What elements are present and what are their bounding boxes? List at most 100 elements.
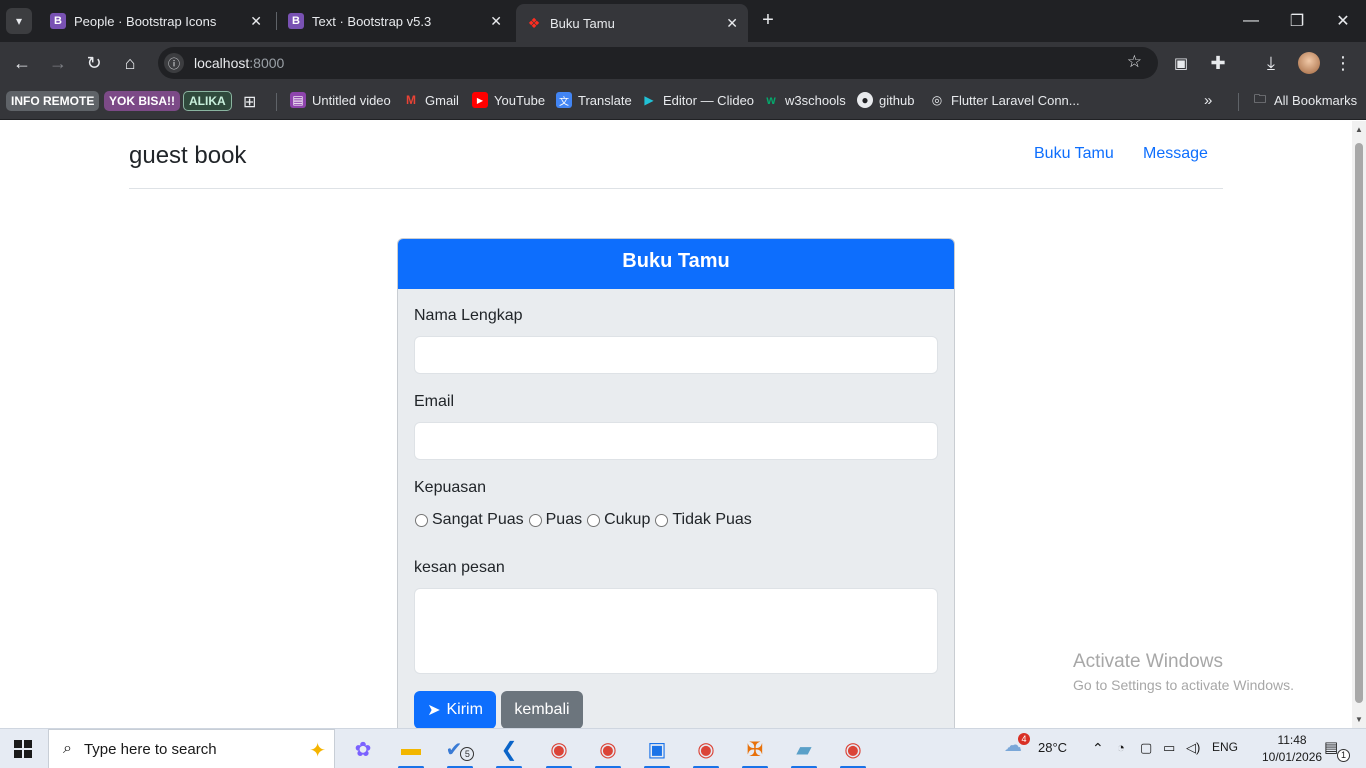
- bookmark-label: Editor — Clideo: [663, 92, 755, 108]
- forward-arrow-icon[interactable]: →: [45, 50, 71, 76]
- clock-date: 10/01/2026: [1262, 750, 1323, 764]
- tab-buku-tamu[interactable]: ❖ Buku Tamu ✕: [516, 4, 748, 42]
- new-tab-plus-icon[interactable]: +: [756, 9, 780, 33]
- address-bar[interactable]: ⓘ localhost:8000 ☆: [158, 47, 1158, 79]
- bookmark-gmail[interactable]: M Gmail: [403, 92, 459, 108]
- vscode-icon[interactable]: ❮: [494, 734, 524, 768]
- bookmark-label: github: [879, 92, 915, 108]
- message-label: kesan pesan: [414, 559, 505, 576]
- chrome-active-icon[interactable]: ◉: [593, 734, 623, 768]
- navbar-brand[interactable]: guest book: [129, 142, 246, 170]
- bookmark-info-remote[interactable]: INFO REMOTE: [6, 91, 100, 111]
- radio-cukup[interactable]: [587, 513, 601, 527]
- volume-icon[interactable]: ◁): [1186, 740, 1200, 756]
- back-button[interactable]: kembali: [501, 691, 583, 728]
- scroll-down-arrow-icon[interactable]: ▼: [1355, 715, 1363, 724]
- bookmark-label: YouTube: [494, 92, 546, 108]
- clock-time: 11:48: [1277, 733, 1307, 747]
- radio-sangat-puas[interactable]: [415, 513, 428, 527]
- notification-count-badge: 1: [1337, 749, 1350, 762]
- bookmark-star-icon[interactable]: ☆: [1127, 52, 1142, 72]
- tab-close-icon[interactable]: ✕: [250, 13, 262, 30]
- bookmarks-bar: INFO REMOTE YOK BISA!! ALIKA ⊞ ▤ Untitle…: [0, 84, 1366, 120]
- bookmark-flutter-laravel[interactable]: ◎ Flutter Laravel Conn...: [929, 92, 1080, 108]
- bookmark-label: Untitled video: [312, 92, 391, 108]
- file-explorer-icon[interactable]: ▬: [396, 734, 426, 768]
- taskbar-search-box[interactable]: ⌕ Type here to search ✦: [48, 729, 335, 768]
- bookmark-clideo[interactable]: ▶ Editor — Clideo: [641, 92, 754, 108]
- extensions-puzzle-icon[interactable]: ✚: [1205, 50, 1231, 76]
- more-bookmarks-chevron-icon[interactable]: »: [1204, 92, 1212, 109]
- email-input[interactable]: [414, 422, 938, 460]
- radio-label: Cukup: [604, 511, 651, 528]
- watermark-subtitle: Go to Settings to activate Windows.: [1073, 677, 1294, 693]
- reload-icon[interactable]: ↻: [81, 50, 107, 76]
- scroll-thumb[interactable]: [1355, 143, 1363, 703]
- tab-title: Buku Tamu: [550, 15, 615, 31]
- apps-grid-icon[interactable]: ⊞: [243, 92, 256, 112]
- url-port: :8000: [249, 55, 285, 71]
- network-icon[interactable]: ◔: [1117, 740, 1125, 755]
- home-icon[interactable]: ⌂: [117, 50, 143, 76]
- profile-avatar[interactable]: [1298, 52, 1320, 74]
- language-indicator[interactable]: ENG: [1212, 740, 1238, 754]
- tab-close-icon[interactable]: ✕: [726, 15, 738, 32]
- screen-recorder-icon[interactable]: ▣: [642, 734, 672, 768]
- radio-tidak-puas[interactable]: [655, 513, 669, 527]
- site-info-icon[interactable]: ⓘ: [164, 53, 184, 73]
- youtube-icon: ▶: [472, 92, 488, 108]
- name-input[interactable]: [414, 336, 938, 374]
- screen-capture-icon[interactable]: ▣: [1168, 50, 1194, 76]
- watermark-title: Activate Windows: [1073, 651, 1223, 672]
- tab-search-button[interactable]: ▾: [6, 8, 32, 34]
- more-menu-icon[interactable]: ⋮: [1330, 50, 1356, 76]
- tray-chevron-up-icon[interactable]: ⌃: [1092, 740, 1104, 757]
- submit-button[interactable]: ➤ Kirim: [414, 691, 496, 728]
- taskbar-clock[interactable]: 11:48 10/01/2026: [1262, 732, 1322, 766]
- nav-link-buku-tamu[interactable]: Buku Tamu: [1034, 145, 1114, 163]
- chrome-profile-2-icon[interactable]: ◉: [691, 734, 721, 768]
- bookmark-translate[interactable]: 文 Translate: [556, 92, 632, 108]
- meet-icon[interactable]: ▢: [1140, 740, 1152, 756]
- bookmark-w3schools[interactable]: w w3schools: [763, 92, 845, 108]
- restore-icon[interactable]: ❐: [1274, 0, 1320, 42]
- clideo-icon: ▶: [644, 93, 654, 107]
- scroll-up-arrow-icon[interactable]: ▲: [1355, 125, 1363, 134]
- bootstrap-favicon-icon: B: [288, 13, 304, 29]
- tab-close-icon[interactable]: ✕: [490, 13, 502, 30]
- battery-icon[interactable]: ▭: [1163, 740, 1175, 756]
- notification-center-icon[interactable]: ▤: [1324, 738, 1338, 756]
- message-textarea[interactable]: [414, 588, 938, 674]
- radio-puas[interactable]: [528, 513, 542, 527]
- bookmark-github[interactable]: ● github: [857, 92, 914, 108]
- search-icon: ⌕: [63, 740, 72, 757]
- bookmark-yok-bisa[interactable]: YOK BISA!!: [104, 91, 180, 111]
- tab-title: Text · Bootstrap v5.3: [312, 13, 432, 29]
- close-window-icon[interactable]: ✕: [1320, 0, 1366, 42]
- all-bookmarks-button[interactable]: 🗀 All Bookmarks: [1252, 92, 1357, 108]
- windows-start-icon[interactable]: [14, 740, 32, 758]
- nav-link-message[interactable]: Message: [1143, 145, 1208, 163]
- activate-windows-watermark: Activate Windows Go to Settings to activ…: [1073, 651, 1294, 693]
- temperature-text[interactable]: 28°C: [1038, 740, 1067, 755]
- tab-people-bootstrap-icons[interactable]: B People · Bootstrap Icons ✕: [40, 6, 272, 36]
- tab-title: People · Bootstrap Icons: [74, 13, 217, 29]
- page-scrollbar[interactable]: ▲ ▼: [1352, 121, 1366, 728]
- tab-text-bootstrap[interactable]: B Text · Bootstrap v5.3 ✕: [278, 6, 512, 36]
- weather-alert-badge: 4: [1018, 733, 1030, 745]
- xampp-icon[interactable]: ✠: [740, 734, 770, 768]
- back-arrow-icon[interactable]: ←: [9, 50, 35, 76]
- globe-icon: ◎: [931, 93, 943, 107]
- download-icon[interactable]: ⤓: [1258, 50, 1284, 76]
- copilot-app-icon[interactable]: ✿: [348, 734, 378, 764]
- url-host: localhost: [194, 55, 250, 71]
- chrome-profile-3-icon[interactable]: ◉: [838, 734, 868, 768]
- minimize-icon[interactable]: —: [1228, 0, 1274, 42]
- bookmark-alika[interactable]: ALIKA: [183, 91, 232, 111]
- bookmark-youtube[interactable]: ▶ YouTube: [472, 92, 545, 108]
- chrome-profile-1-icon[interactable]: ◉: [544, 734, 574, 768]
- bookmark-untitled-video[interactable]: ▤ Untitled video: [290, 92, 391, 108]
- notepad-icon[interactable]: ▰: [789, 734, 819, 768]
- tasks-check-icon[interactable]: ✔ 5: [445, 734, 475, 768]
- translate-icon: 文: [556, 92, 572, 108]
